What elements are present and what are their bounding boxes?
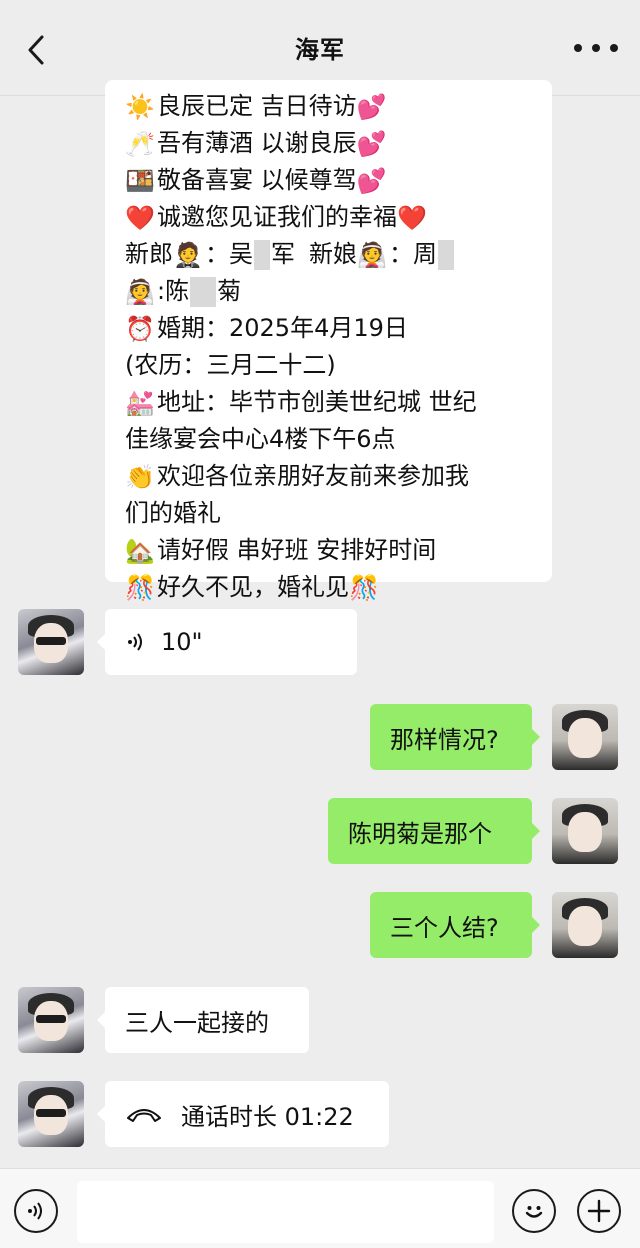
heart-icon: ❤️	[397, 203, 427, 232]
chat-title: 海军	[295, 36, 345, 64]
self-avatar[interactable]	[552, 704, 618, 770]
invite-line: (农历：三月二十二)	[125, 351, 336, 379]
wedding-chapel-icon: 💒	[125, 388, 155, 417]
input-bar	[0, 1168, 640, 1248]
received-message[interactable]: 三人一起接的	[97, 987, 309, 1053]
invite-line: 🥂 吾有薄酒 以谢良辰 💕	[125, 129, 387, 158]
alarm-clock-icon: ⏰	[125, 314, 155, 343]
contact-avatar[interactable]	[18, 987, 84, 1053]
emoji-button[interactable]	[512, 1189, 556, 1233]
smiley-icon	[525, 1206, 543, 1218]
invite-line: 佳缘宴会中心4楼下午6点	[125, 425, 396, 453]
more-icon	[574, 44, 582, 52]
clapping-hands-icon: 👏	[125, 462, 155, 491]
bride-icon: 👰	[125, 277, 155, 306]
call-record-message[interactable]: 通话时长 01:22	[97, 1081, 389, 1147]
contact-avatar[interactable]	[18, 1081, 84, 1147]
invitation-message[interactable]: ☀️ 良辰已定 吉日待访 💕 🥂 吾有薄酒 以谢良辰 💕 🍱 敬备喜宴 以候尊驾…	[105, 80, 552, 602]
sent-message[interactable]: 三个人结?	[370, 892, 540, 958]
message-input[interactable]	[77, 1181, 494, 1243]
redaction	[254, 239, 270, 270]
hearts-icon: 💕	[356, 166, 387, 195]
bride-icon: 👰	[357, 240, 387, 269]
sun-icon: ☀️	[125, 92, 155, 121]
phone-icon	[127, 1109, 161, 1122]
heart-icon: ❤️	[125, 203, 155, 232]
contact-avatar[interactable]	[18, 609, 84, 675]
voice-icon	[128, 633, 142, 651]
invite-line: ⏰ 婚期：2025年4月19日	[125, 314, 408, 343]
house-icon: 🏡	[125, 536, 155, 565]
sent-message[interactable]: 陈明菊是那个	[328, 798, 540, 864]
invite-line: ❤️ 诚邀您见证我们的幸福 ❤️	[125, 203, 427, 232]
invite-line: 们的婚礼	[125, 499, 221, 527]
plus-icon	[587, 1199, 611, 1223]
back-button[interactable]	[18, 30, 54, 70]
voice-input-button[interactable]	[14, 1189, 58, 1233]
more-options-button[interactable]	[574, 36, 618, 60]
voice-icon	[28, 1202, 42, 1220]
glasses-icon: 🥂	[125, 129, 155, 158]
redaction	[190, 276, 217, 307]
hearts-icon: 💕	[356, 92, 387, 121]
more-functions-button[interactable]	[577, 1189, 621, 1233]
invite-line: 🏡 请好假 串好班 安排好时间	[125, 536, 437, 565]
hearts-icon: 💕	[356, 129, 387, 158]
invite-line: 🍱 敬备喜宴 以候尊驾 💕	[125, 166, 387, 195]
voice-duration: 10"	[161, 628, 203, 656]
self-avatar[interactable]	[552, 798, 618, 864]
confetti-icon: 🎊	[349, 573, 379, 602]
invite-line: 🎊 好久不见，婚礼见 🎊	[125, 573, 379, 602]
invite-line: 💒 地址：毕节市创美世纪城 世纪	[125, 388, 477, 417]
voice-message[interactable]: 10"	[97, 609, 357, 675]
chevron-left-icon	[28, 35, 44, 65]
invite-line-couple: 新郎 🤵 ：吴 军 新娘 👰 ：周	[125, 236, 534, 273]
confetti-icon: 🎊	[125, 573, 155, 602]
invite-line: ☀️ 良辰已定 吉日待访 💕	[125, 92, 387, 121]
redaction	[438, 239, 454, 270]
sent-message[interactable]: 那样情况?	[370, 704, 540, 770]
invite-line: 👏 欢迎各位亲朋好友前来参加我	[125, 462, 469, 491]
groom-icon: 🤵	[173, 240, 203, 269]
bento-icon: 🍱	[125, 166, 155, 195]
self-avatar[interactable]	[552, 892, 618, 958]
invite-line: 👰 :陈 菊	[125, 276, 242, 307]
